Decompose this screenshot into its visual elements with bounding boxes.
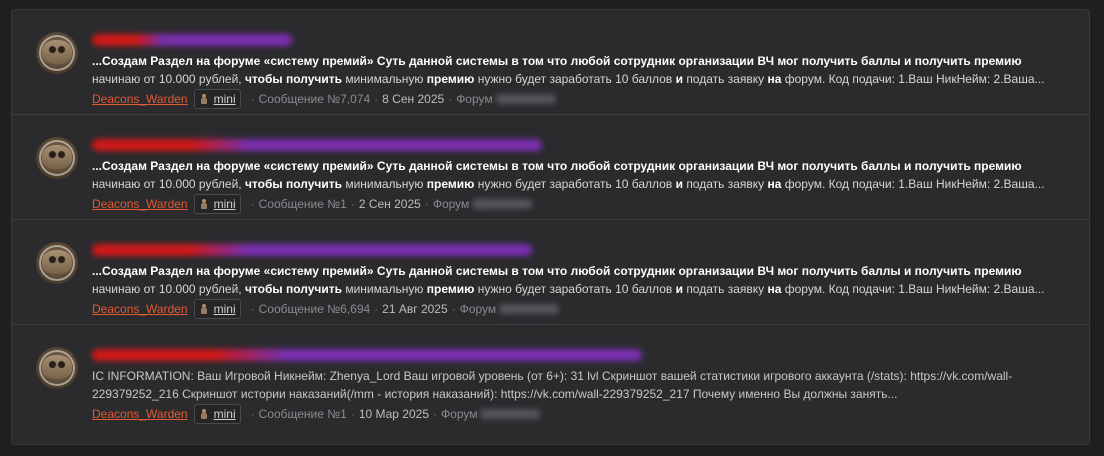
result-title-blurred[interactable]: [92, 34, 292, 46]
snippet-fragment: ...Создам Раздел на форуме «систему прем…: [92, 159, 1022, 173]
separator: ·: [448, 92, 453, 106]
post-date: 21 Авг 2025: [382, 302, 448, 316]
snippet-fragment: нужно будет заработать 10 баллов: [477, 72, 676, 86]
search-result-item[interactable]: ...Создам Раздел на форуме «систему прем…: [12, 10, 1089, 115]
user-badge[interactable]: mini: [193, 404, 241, 424]
forum-link[interactable]: Форум: [433, 197, 469, 211]
snippet-fragment: получить: [285, 177, 346, 191]
snippet-fragment: премию: [426, 72, 478, 86]
snippet-fragment: и: [675, 177, 687, 191]
user-icon: [200, 199, 208, 209]
author-link[interactable]: Deacons_Warden: [92, 197, 188, 211]
separator: ·: [250, 302, 255, 316]
post-date: 8 Сен 2025: [382, 92, 445, 106]
result-meta: Deacons_Warden mini · Сообщение №7,074 · 8 Се…: [92, 89, 556, 109]
forum-name-blurred[interactable]: [472, 199, 533, 209]
snippet-fragment: на: [767, 282, 785, 296]
snippet-fragment: получить: [285, 72, 346, 86]
post-date: 10 Мар 2025: [358, 407, 430, 421]
forum-name-blurred[interactable]: [480, 409, 541, 419]
snippet-fragment: начинаю от 10.000 рублей,: [92, 177, 245, 191]
snippet-fragment: подать заявку: [686, 282, 768, 296]
snippet-fragment: форум. Код подачи: 1.Ваш НикНейм: 2.Ваша…: [784, 72, 1045, 86]
snippet-fragment: премию: [426, 177, 478, 191]
user-icon: [200, 94, 208, 104]
post-number[interactable]: Сообщение №1: [259, 407, 347, 421]
author-link[interactable]: Deacons_Warden: [92, 302, 188, 316]
snippet-fragment: минимальную: [345, 72, 427, 86]
snippet-fragment: подать заявку: [686, 177, 768, 191]
badge-label: mini: [213, 302, 236, 316]
result-title-blurred[interactable]: [92, 244, 532, 256]
result-title-blurred[interactable]: [92, 349, 642, 361]
user-badge[interactable]: mini: [193, 89, 241, 109]
post-number[interactable]: Сообщение №7,074: [259, 92, 371, 106]
snippet-fragment: получить: [285, 282, 346, 296]
user-icon: [200, 409, 208, 419]
snippet-fragment: нужно будет заработать 10 баллов: [477, 282, 676, 296]
separator: ·: [250, 92, 255, 106]
user-badge[interactable]: mini: [193, 299, 241, 319]
snippet-fragment: форум. Код подачи: 1.Ваш НикНейм: 2.Ваша…: [784, 282, 1045, 296]
result-meta: Deacons_Warden mini · Сообщение №6,694 · 21 А…: [92, 299, 560, 319]
search-results-panel: ...Создам Раздел на форуме «систему прем…: [11, 9, 1090, 445]
separator: ·: [451, 302, 456, 316]
separator: ·: [433, 407, 438, 421]
snippet-fragment: минимальную: [345, 282, 427, 296]
snippet-fragment: и: [675, 282, 687, 296]
snippet-fragment: и: [675, 72, 687, 86]
avatar[interactable]: [36, 242, 78, 284]
author-link[interactable]: Deacons_Warden: [92, 407, 188, 421]
user-badge[interactable]: mini: [193, 194, 241, 214]
post-number[interactable]: Сообщение №1: [259, 197, 347, 211]
separator: ·: [424, 197, 429, 211]
snippet-fragment: чтобы: [244, 72, 286, 86]
user-icon: [200, 304, 208, 314]
avatar[interactable]: [36, 347, 78, 389]
forum-name-blurred[interactable]: [495, 94, 556, 104]
search-result-item[interactable]: IC INFORMATION: Ваш Игровой Никнейм: Zhe…: [12, 325, 1089, 430]
forum-link[interactable]: Форум: [456, 92, 492, 106]
result-title-blurred[interactable]: [92, 139, 542, 151]
forum-link[interactable]: Форум: [460, 302, 496, 316]
result-snippet[interactable]: ...Создам Раздел на форуме «систему прем…: [92, 52, 1067, 88]
separator: ·: [374, 92, 379, 106]
snippet-fragment: минимальную: [345, 177, 427, 191]
search-result-item[interactable]: ...Создам Раздел на форуме «систему прем…: [12, 220, 1089, 325]
snippet-fragment: на: [767, 177, 785, 191]
snippet-fragment: чтобы: [244, 282, 286, 296]
snippet-fragment: на: [767, 72, 785, 86]
author-link[interactable]: Deacons_Warden: [92, 92, 188, 106]
snippet-fragment: начинаю от 10.000 рублей,: [92, 72, 245, 86]
separator: ·: [250, 197, 255, 211]
post-date: 2 Сен 2025: [358, 197, 421, 211]
snippet-fragment: нужно будет заработать 10 баллов: [477, 177, 676, 191]
snippet-fragment: форум. Код подачи: 1.Ваш НикНейм: 2.Ваша…: [784, 177, 1045, 191]
badge-label: mini: [213, 197, 236, 211]
search-result-item[interactable]: ...Создам Раздел на форуме «систему прем…: [12, 115, 1089, 220]
snippet-fragment: ...Создам Раздел на форуме «систему прем…: [92, 264, 1022, 278]
result-snippet[interactable]: IC INFORMATION: Ваш Игровой Никнейм: Zhe…: [92, 367, 1067, 403]
result-meta: Deacons_Warden mini · Сообщение №1 · 2 Сен 20…: [92, 194, 533, 214]
badge-label: mini: [213, 407, 236, 421]
snippet-fragment: начинаю от 10.000 рублей,: [92, 282, 245, 296]
snippet-fragment: ...Создам Раздел на форуме «систему прем…: [92, 54, 1022, 68]
result-snippet[interactable]: ...Создам Раздел на форуме «систему прем…: [92, 157, 1067, 193]
separator: ·: [250, 407, 255, 421]
snippet-fragment: IC INFORMATION: Ваш Игровой Никнейм: Zhe…: [92, 369, 1013, 401]
separator: ·: [350, 197, 355, 211]
separator: ·: [374, 302, 379, 316]
snippet-fragment: чтобы: [244, 177, 286, 191]
forum-link[interactable]: Форум: [441, 407, 477, 421]
result-meta: Deacons_Warden mini · Сообщение №1 · 10 Мар 2…: [92, 404, 541, 424]
post-number[interactable]: Сообщение №6,694: [259, 302, 371, 316]
avatar[interactable]: [36, 32, 78, 74]
avatar[interactable]: [36, 137, 78, 179]
snippet-fragment: подать заявку: [686, 72, 768, 86]
forum-name-blurred[interactable]: [499, 304, 560, 314]
badge-label: mini: [213, 92, 236, 106]
result-snippet[interactable]: ...Создам Раздел на форуме «систему прем…: [92, 262, 1067, 298]
snippet-fragment: премию: [426, 282, 478, 296]
separator: ·: [350, 407, 355, 421]
